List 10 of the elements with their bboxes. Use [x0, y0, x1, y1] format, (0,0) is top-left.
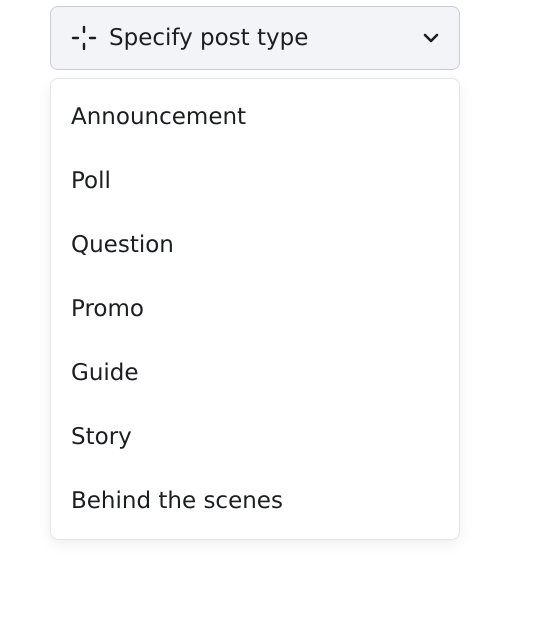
crosshair-icon: [71, 25, 97, 51]
menu-item[interactable]: Behind the scenes: [51, 469, 459, 533]
menu-item[interactable]: Guide: [51, 341, 459, 405]
chevron-icon: [423, 33, 439, 43]
menu-item[interactable]: Poll: [51, 149, 459, 213]
menu-item[interactable]: Promo: [51, 277, 459, 341]
post-type-dropdown[interactable]: Specify post type: [50, 6, 460, 70]
menu-item[interactable]: Story: [51, 405, 459, 469]
menu-item[interactable]: Announcement: [51, 85, 459, 149]
menu-item[interactable]: Question: [51, 213, 459, 277]
